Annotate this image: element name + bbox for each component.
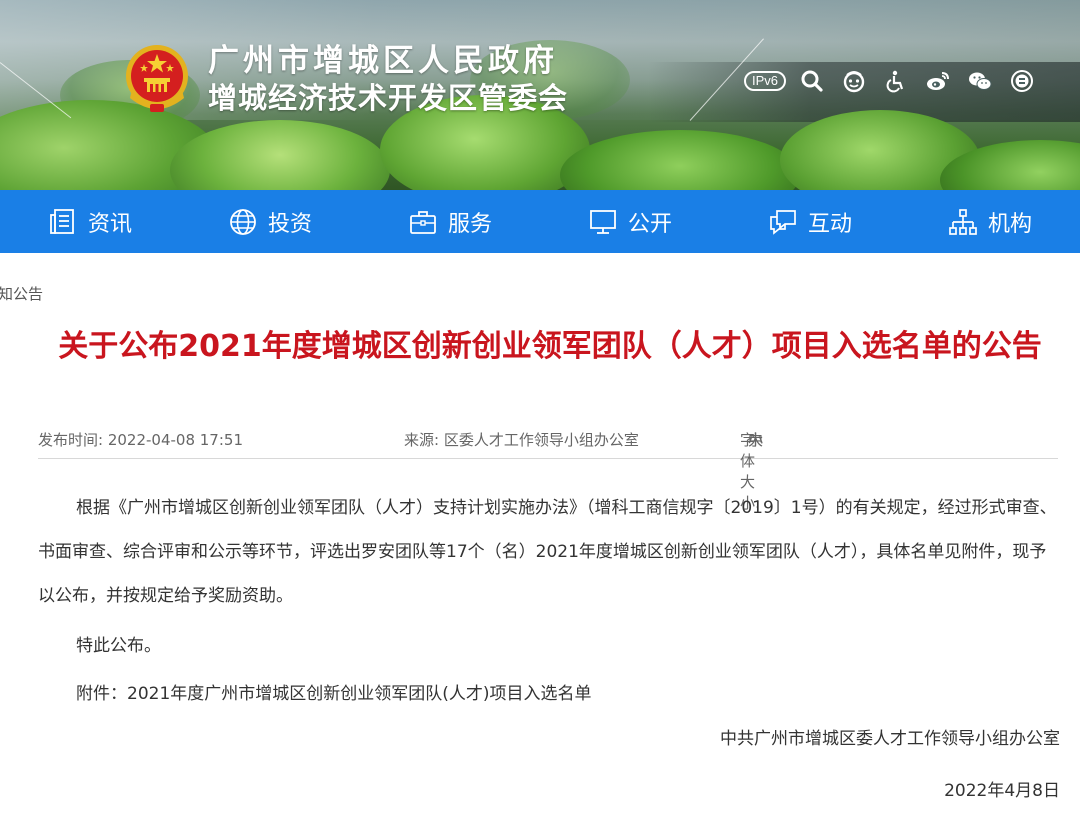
article-source: 来源: 区委人才工作领导小组办公室 xyxy=(404,431,639,449)
banner-leaf xyxy=(560,130,800,190)
globe-icon xyxy=(230,208,256,235)
weibo-icon[interactable] xyxy=(926,69,950,93)
nav-item-interaction[interactable]: 互动 xyxy=(720,190,900,253)
app-icon[interactable] xyxy=(1010,69,1034,93)
nav-item-label: 机构 xyxy=(987,211,1032,237)
site-title[interactable]: 广州市增城区人民政府 增城经济技术开发区管委会 xyxy=(208,42,568,116)
nav-item-label: 公开 xyxy=(627,211,672,237)
nav-item-label: 投资 xyxy=(267,211,312,237)
org-chart-icon xyxy=(949,208,977,235)
publish-time: 发布时间: 2022-04-08 17:51 xyxy=(38,431,243,449)
nav-item-disclosure[interactable]: 公开 xyxy=(540,190,720,253)
site-title-line1: 广州市增城区人民政府 xyxy=(208,43,558,79)
main-nav: 资讯 投资 服务 公开 互动 机构 xyxy=(0,190,1080,253)
nav-item-label: 服务 xyxy=(447,211,492,237)
article-sign-date: 2022年4月8日 xyxy=(944,781,1060,801)
nav-item-services[interactable]: 服务 xyxy=(360,190,540,253)
site-title-line2: 增城经济技术开发区管委会 xyxy=(208,81,569,115)
monitor-icon xyxy=(590,209,616,234)
article-signature: 中共广州市增城区委人才工作领导小组办公室 xyxy=(720,729,1060,749)
briefcase-icon xyxy=(410,210,436,234)
header-toolbar: IPv6 xyxy=(744,64,1052,98)
nav-item-label: 互动 xyxy=(807,211,852,237)
article-body: 根据《广州市增城区创新创业领军团队（人才）支持计划实施办法》（增科工商信规字〔2… xyxy=(38,486,1058,716)
nav-item-organization[interactable]: 机构 xyxy=(900,190,1080,253)
elder-mode-icon[interactable] xyxy=(842,69,866,93)
news-icon xyxy=(50,208,74,234)
article-meta: 发布时间: 2022-04-08 17:51 来源: 区委人才工作领导小组办公室… xyxy=(38,429,1058,512)
breadcrumb[interactable]: 知公告 xyxy=(0,283,43,304)
chat-icon xyxy=(770,209,796,235)
article-paragraph: 特此公布。 xyxy=(76,636,161,656)
article-paragraph: 根据《广州市增城区创新创业领军团队（人才）支持计划实施办法》（增科工商信规字〔2… xyxy=(38,498,1057,606)
accessibility-icon[interactable] xyxy=(884,69,908,93)
wechat-icon[interactable] xyxy=(968,69,992,93)
nav-item-label: 资讯 xyxy=(87,211,132,237)
attachment-link[interactable]: 附件：2021年度广州市增城区创新创业领军团队(人才)项目入选名单 xyxy=(38,672,1058,716)
ipv6-badge: IPv6 xyxy=(744,71,787,91)
search-icon[interactable] xyxy=(800,69,824,93)
font-size-small-button[interactable]: 小 xyxy=(748,429,763,450)
nav-item-news[interactable]: 资讯 xyxy=(0,190,180,253)
national-emblem-icon[interactable] xyxy=(122,42,192,116)
article-title: 关于公布2021年度增城区创新创业领军团队（人才）项目入选名单的公告 xyxy=(58,329,1042,364)
header-banner: 广州市增城区人民政府 增城经济技术开发区管委会 IPv6 xyxy=(0,0,1080,190)
nav-item-investment[interactable]: 投资 xyxy=(180,190,360,253)
